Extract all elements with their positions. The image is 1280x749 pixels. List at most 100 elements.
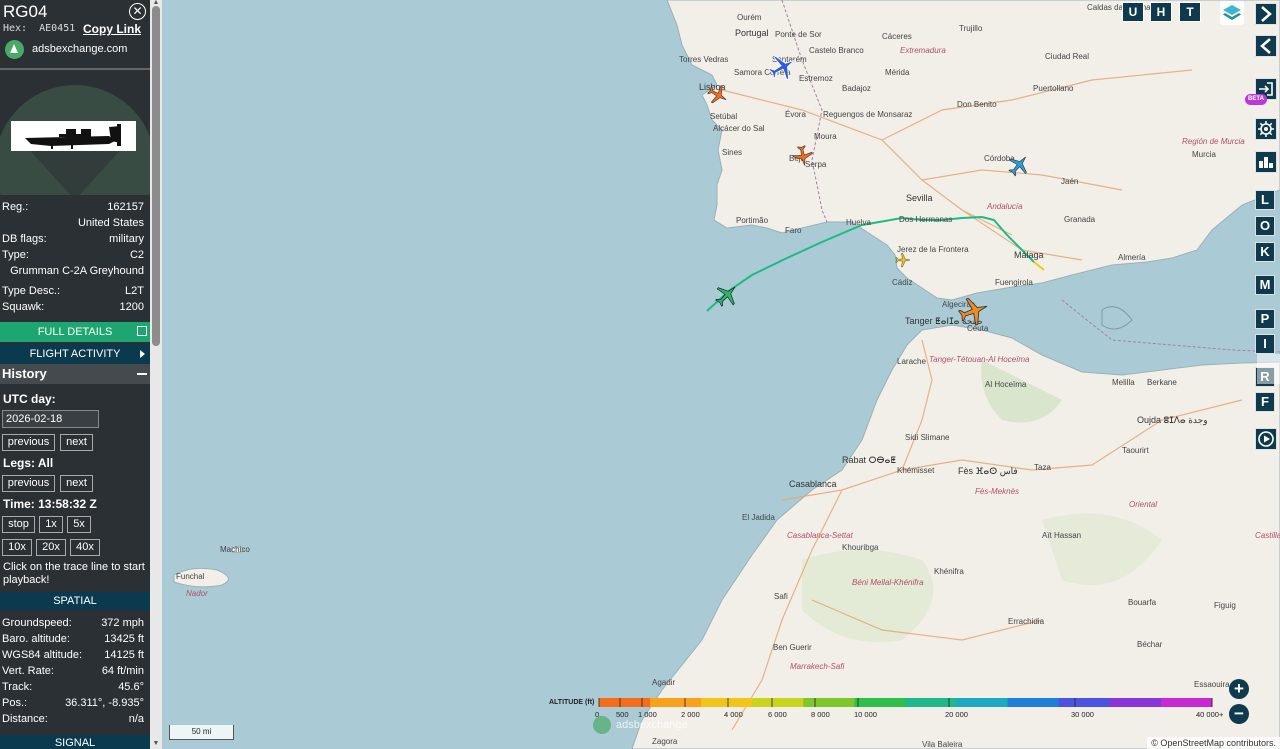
map-option-l-button[interactable]: L [1255, 190, 1275, 210]
speed-5x-button[interactable]: 5x [67, 516, 91, 533]
speed-20x-button[interactable]: 20x [36, 539, 66, 556]
day-next-button[interactable]: next [60, 434, 93, 451]
full-details-button[interactable]: FULL DETAILS [0, 322, 150, 342]
altitude-legend-tick: 10 000 [854, 710, 877, 719]
city-label: Cáceres [882, 32, 912, 41]
hex-label: Hex: [3, 23, 28, 34]
speed-40x-button[interactable]: 40x [70, 539, 100, 556]
aircraft-marker-selected[interactable] [714, 282, 740, 308]
city-label: Taourirt [1122, 446, 1149, 455]
replay-button[interactable] [1255, 428, 1277, 450]
altitude-legend-segment [701, 698, 753, 707]
city-label: Sidi Slimane [905, 433, 950, 442]
adsbexchange-link[interactable]: adsbexchange.com [32, 43, 127, 55]
aircraft-marker-orange-large[interactable] [958, 295, 990, 327]
day-previous-button[interactable]: previous [2, 434, 55, 451]
altitude-legend-tick: 2 000 [681, 710, 700, 719]
spatial-key: Distance: [2, 713, 48, 725]
city-label: Figuig [1214, 601, 1236, 610]
info-value: C2 [129, 249, 144, 261]
collapse-icon[interactable] [137, 373, 147, 375]
beta-badge: BETA [1245, 94, 1267, 105]
history-title: History [2, 366, 47, 381]
city-label: Machico [220, 545, 250, 554]
city-label: Jaén [1061, 177, 1079, 186]
copy-link[interactable]: Copy Link [83, 22, 141, 36]
altitude-legend-tick: 8 000 [811, 710, 830, 719]
layers-icon [1223, 5, 1241, 20]
zoom-out-button[interactable]: − [1229, 704, 1249, 724]
stats-button[interactable] [1255, 151, 1277, 173]
spatial-header[interactable]: SPATIAL [0, 592, 150, 610]
info-key: Type: [2, 249, 29, 261]
city-label: Évora [785, 110, 806, 119]
chevron-right-icon [140, 350, 145, 358]
sidebar-scrollbar[interactable]: ▲ ▼ [150, 0, 162, 749]
zoom-in-button[interactable]: + [1229, 679, 1249, 699]
map-option-i-button[interactable]: I [1255, 334, 1275, 354]
city-label: Badajoz [842, 84, 871, 93]
altitude-legend-tick: 500 [616, 710, 629, 719]
toolbar-u-button[interactable]: U [1122, 2, 1144, 22]
speed-1x-button[interactable]: 1x [39, 516, 63, 533]
external-link-icon [137, 326, 147, 336]
map[interactable]: Ourém Portugal Ponte de Sor Castelo Branco T… [162, 0, 1280, 749]
history-header[interactable]: History [0, 364, 150, 384]
collapse-left-button[interactable] [1255, 35, 1277, 57]
info-value: military [109, 233, 144, 245]
info-value: L2T [125, 285, 144, 297]
map-option-o-button[interactable]: O [1255, 216, 1275, 236]
flight-activity-button[interactable]: FLIGHT ACTIVITY [0, 344, 150, 364]
settings-button[interactable] [1255, 118, 1277, 140]
info-value: 162157 [107, 201, 144, 213]
city-label: Béni Mellal-Khénifra [852, 578, 924, 587]
toolbar-t-button[interactable]: T [1179, 2, 1201, 22]
altitude-legend-segment [599, 698, 651, 707]
map-option-p-button[interactable]: P [1255, 309, 1275, 329]
city-label: Setúbal [710, 112, 738, 121]
aircraft-marker-orange[interactable] [707, 84, 729, 106]
close-icon[interactable]: ✕ [129, 3, 146, 20]
flight-activity-label: FLIGHT ACTIVITY [29, 348, 121, 360]
aircraft-marker-yellow[interactable] [895, 252, 911, 268]
signal-header[interactable]: SIGNAL [0, 735, 150, 749]
city-label: Khénifra [934, 567, 964, 576]
city-label: Aït Hassan [1042, 531, 1082, 540]
expand-right-button[interactable] [1255, 3, 1277, 25]
toolbar-h-button[interactable]: H [1150, 2, 1172, 22]
city-label: Sevilla [906, 193, 933, 203]
city-label: Mérida [885, 68, 910, 77]
altitude-legend-segment [650, 698, 702, 707]
city-label: Sines [722, 148, 743, 157]
city-label: Ciudad Real [1045, 52, 1090, 61]
adsbexchange-logo-icon[interactable] [5, 40, 24, 59]
city-label: Estremoz [799, 74, 833, 83]
city-label: Al Hoceïma [985, 380, 1027, 389]
aircraft-marker-lightblue[interactable] [1007, 153, 1031, 177]
layers-button[interactable] [1220, 1, 1244, 25]
city-label: Marrakech-Safi [790, 662, 845, 671]
city-label: Vila Baleira [922, 740, 963, 749]
leg-previous-button[interactable]: previous [2, 475, 55, 492]
speed-10x-button[interactable]: 10x [2, 539, 32, 556]
map-option-f-button[interactable]: F [1255, 392, 1275, 412]
map-option-k-button[interactable]: K [1255, 242, 1275, 262]
map-option-m-button[interactable]: M [1255, 275, 1275, 295]
info-value: 1200 [119, 301, 144, 313]
watermark-logo-icon [593, 716, 611, 734]
scroll-down-icon[interactable]: ▼ [151, 740, 161, 747]
aircraft-marker-orange[interactable] [792, 145, 814, 167]
scrollbar-thumb[interactable] [152, 6, 160, 346]
aircraft-marker-blue[interactable] [768, 52, 798, 82]
city-label: Extremadura [900, 46, 946, 55]
speed-stop-button[interactable]: stop [2, 516, 35, 533]
city-label: Málaga [1014, 250, 1044, 260]
osm-attribution[interactable]: © OpenStreetMap contributors. [1147, 737, 1280, 749]
leg-next-button[interactable]: next [60, 475, 93, 492]
podium-icon [1259, 157, 1273, 168]
city-label: Melilla [1112, 378, 1135, 387]
utc-day-input[interactable]: 2026-02-18 [2, 410, 99, 428]
spatial-value: 45.6° [118, 681, 144, 693]
aircraft-photo-area [0, 70, 150, 195]
spatial-value: 14125 ft [104, 649, 144, 661]
